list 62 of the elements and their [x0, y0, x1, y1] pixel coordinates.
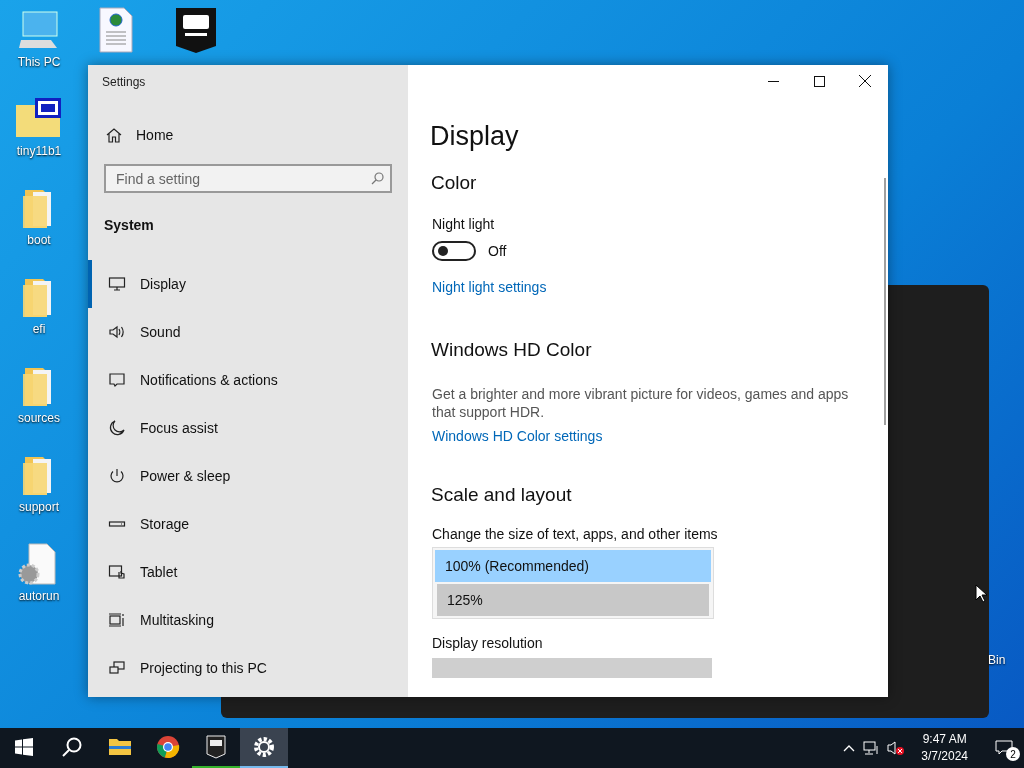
sidebar-item[interactable]: Focus assist — [88, 404, 408, 452]
chrome-icon — [156, 735, 180, 759]
scrollbar[interactable] — [884, 178, 886, 425]
sidebar-item[interactable]: Power & sleep — [88, 452, 408, 500]
scale-option[interactable]: 100% (Recommended) — [435, 550, 711, 582]
maximize-icon — [813, 75, 825, 87]
monitor-icon — [108, 275, 126, 293]
settings-icon — [253, 736, 275, 758]
close-icon — [859, 75, 871, 87]
sidebar-item[interactable]: Multitasking — [88, 596, 408, 644]
mouse-cursor-icon — [975, 584, 987, 603]
scale-option[interactable]: 125% — [437, 584, 709, 616]
clock[interactable]: 9:47 AM 3/7/2024 — [921, 731, 968, 765]
search-icon — [61, 736, 83, 758]
icon-label: support — [19, 500, 59, 514]
taskbar-app-button[interactable] — [240, 728, 288, 768]
notification-button[interactable]: 2 — [984, 728, 1024, 768]
toggle-switch[interactable] — [432, 241, 476, 261]
icon-label: Bin — [988, 653, 1006, 667]
section-heading: Windows HD Color — [431, 339, 593, 361]
multitasking-icon — [108, 611, 126, 629]
icon-label: This PC — [17, 55, 61, 69]
home-icon — [106, 127, 122, 143]
chevron-up-icon[interactable] — [843, 744, 856, 752]
search-field[interactable]: Find a setting — [104, 164, 392, 193]
message-icon — [108, 371, 126, 389]
description-text: Get a brighter and more vibrant picture for videos, games and apps that support HDR. — [432, 385, 850, 421]
folder-icon — [108, 737, 132, 757]
toggle-state: Off — [488, 243, 507, 259]
section-heading: System — [104, 217, 155, 233]
settings-link[interactable]: Windows HD Color settings — [432, 428, 603, 444]
window-title: Settings — [102, 75, 147, 89]
icon-label: efi — [32, 322, 46, 336]
section-heading: Color — [431, 172, 478, 194]
sidebar-item[interactable]: Sound — [88, 308, 408, 356]
power-icon — [108, 467, 126, 485]
sidebar-item[interactable]: Projecting to this PC — [88, 644, 408, 692]
projecting-icon — [108, 659, 126, 677]
network-icon[interactable] — [863, 740, 880, 756]
moon-icon — [108, 419, 126, 437]
home-link[interactable]: Home — [106, 127, 408, 143]
epic-logo-icon — [174, 6, 218, 54]
icon-label: sources — [18, 411, 60, 425]
icon-label: autorun — [18, 589, 60, 603]
sidebar-item[interactable]: Storage — [88, 500, 408, 548]
icon-label: tiny11b1 — [16, 144, 62, 158]
setting-label: Night light — [432, 216, 496, 232]
setting-label: Change the size of text, apps, and other items — [432, 526, 719, 542]
epic-logo-icon — [206, 735, 226, 759]
muted-speaker-icon[interactable] — [887, 740, 906, 756]
page-title: Display — [430, 121, 520, 152]
tablet-touch-icon — [108, 563, 126, 581]
windows-logo-icon — [15, 738, 33, 756]
sidebar-item[interactable]: Tablet — [88, 548, 408, 596]
settings-link[interactable]: Night light settings — [432, 279, 547, 295]
sidebar-item[interactable]: Notifications & actions — [88, 356, 408, 404]
setting-label: Display resolution — [432, 635, 544, 651]
web-document-icon — [96, 6, 136, 54]
section-heading: Scale and layout — [431, 484, 573, 506]
icon-label: boot — [27, 233, 51, 247]
search-icon — [371, 172, 384, 185]
speaker-icon — [108, 323, 126, 341]
